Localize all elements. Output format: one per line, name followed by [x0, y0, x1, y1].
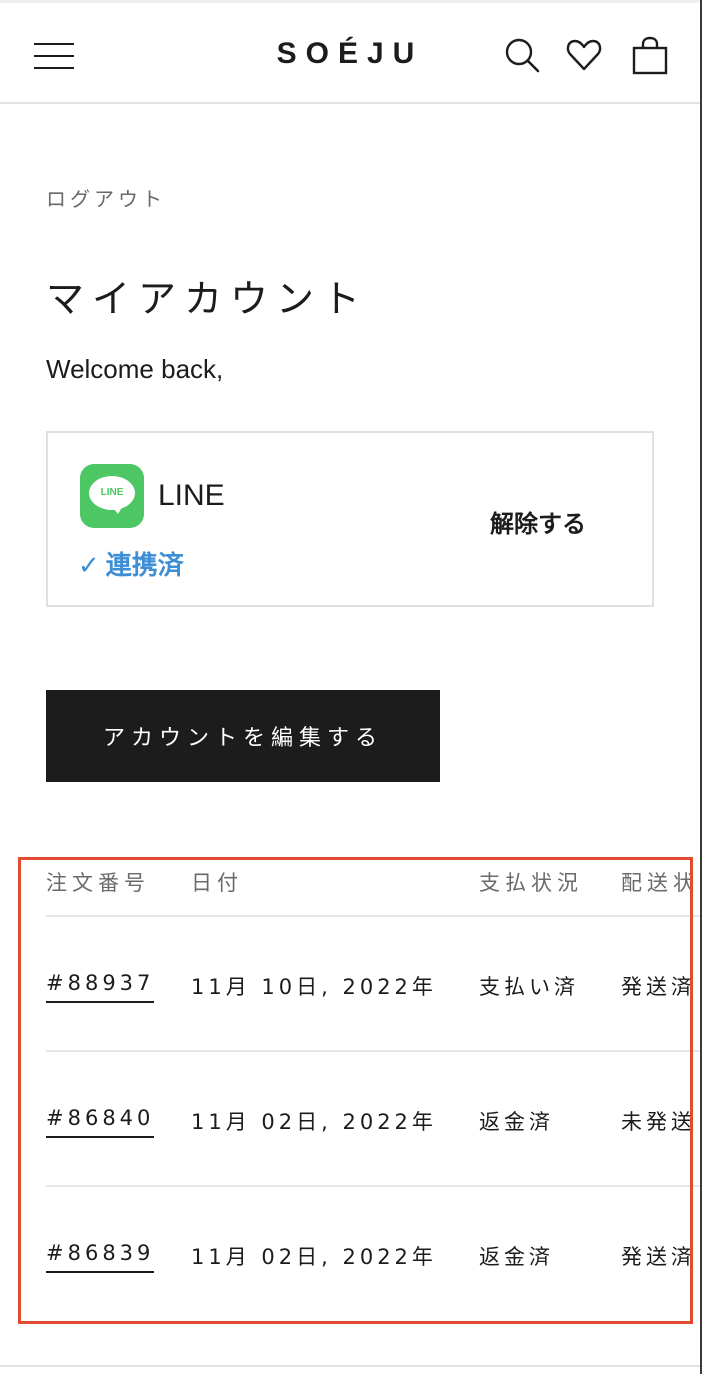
- site-logo[interactable]: SOÉJU: [250, 37, 450, 71]
- order-date: 11月 02日, 2022年: [191, 1245, 437, 1269]
- header-date: 日付: [191, 871, 243, 895]
- check-icon: ✓: [78, 551, 100, 581]
- linked-status: ✓ 連携済: [78, 545, 184, 582]
- header-order-number: 注文番号: [46, 871, 150, 895]
- order-date: 11月 02日, 2022年: [191, 1110, 437, 1134]
- logout-link[interactable]: ログアウト: [46, 183, 166, 212]
- footer-divider: [0, 1365, 700, 1367]
- payment-status: 支払い済: [479, 975, 579, 999]
- welcome-text: Welcome back,: [46, 354, 224, 384]
- unlink-button[interactable]: 解除する: [490, 504, 586, 539]
- row-divider: [46, 1050, 700, 1052]
- row-divider: [46, 915, 700, 917]
- site-header: SOÉJU: [0, 3, 700, 104]
- order-number-link[interactable]: #86839: [46, 1241, 155, 1273]
- orders-table: 注文番号 日付 支払状況 配送状況 #88937 11月 10日, 2022年 …: [0, 855, 700, 1325]
- header-payment-status: 支払状況: [479, 871, 583, 895]
- shipping-status: 未発送: [621, 1110, 696, 1134]
- header-shipping-status: 配送状況: [621, 871, 700, 895]
- shipping-status: 発送済: [621, 975, 696, 999]
- row-divider: [46, 1185, 700, 1187]
- shipping-status: 発送済: [621, 1245, 696, 1269]
- order-number-link[interactable]: #88937: [46, 971, 155, 1003]
- heart-icon[interactable]: [564, 35, 604, 75]
- bag-icon[interactable]: [630, 35, 670, 75]
- payment-status: 返金済: [479, 1245, 554, 1269]
- order-number-link[interactable]: #86840: [46, 1106, 155, 1138]
- line-service-name: LINE: [158, 479, 225, 512]
- search-icon[interactable]: [502, 35, 542, 75]
- payment-status: 返金済: [479, 1110, 554, 1134]
- edit-account-button[interactable]: アカウントを編集する: [46, 690, 440, 782]
- linked-status-label: 連携済: [105, 551, 184, 581]
- order-date: 11月 10日, 2022年: [191, 975, 437, 999]
- page-title: マイアカウント: [46, 277, 369, 321]
- line-logo-icon: LINE: [80, 464, 144, 528]
- line-connection-card: LINE LINE ✓ 連携済 解除する: [46, 431, 654, 607]
- menu-icon[interactable]: [34, 43, 74, 69]
